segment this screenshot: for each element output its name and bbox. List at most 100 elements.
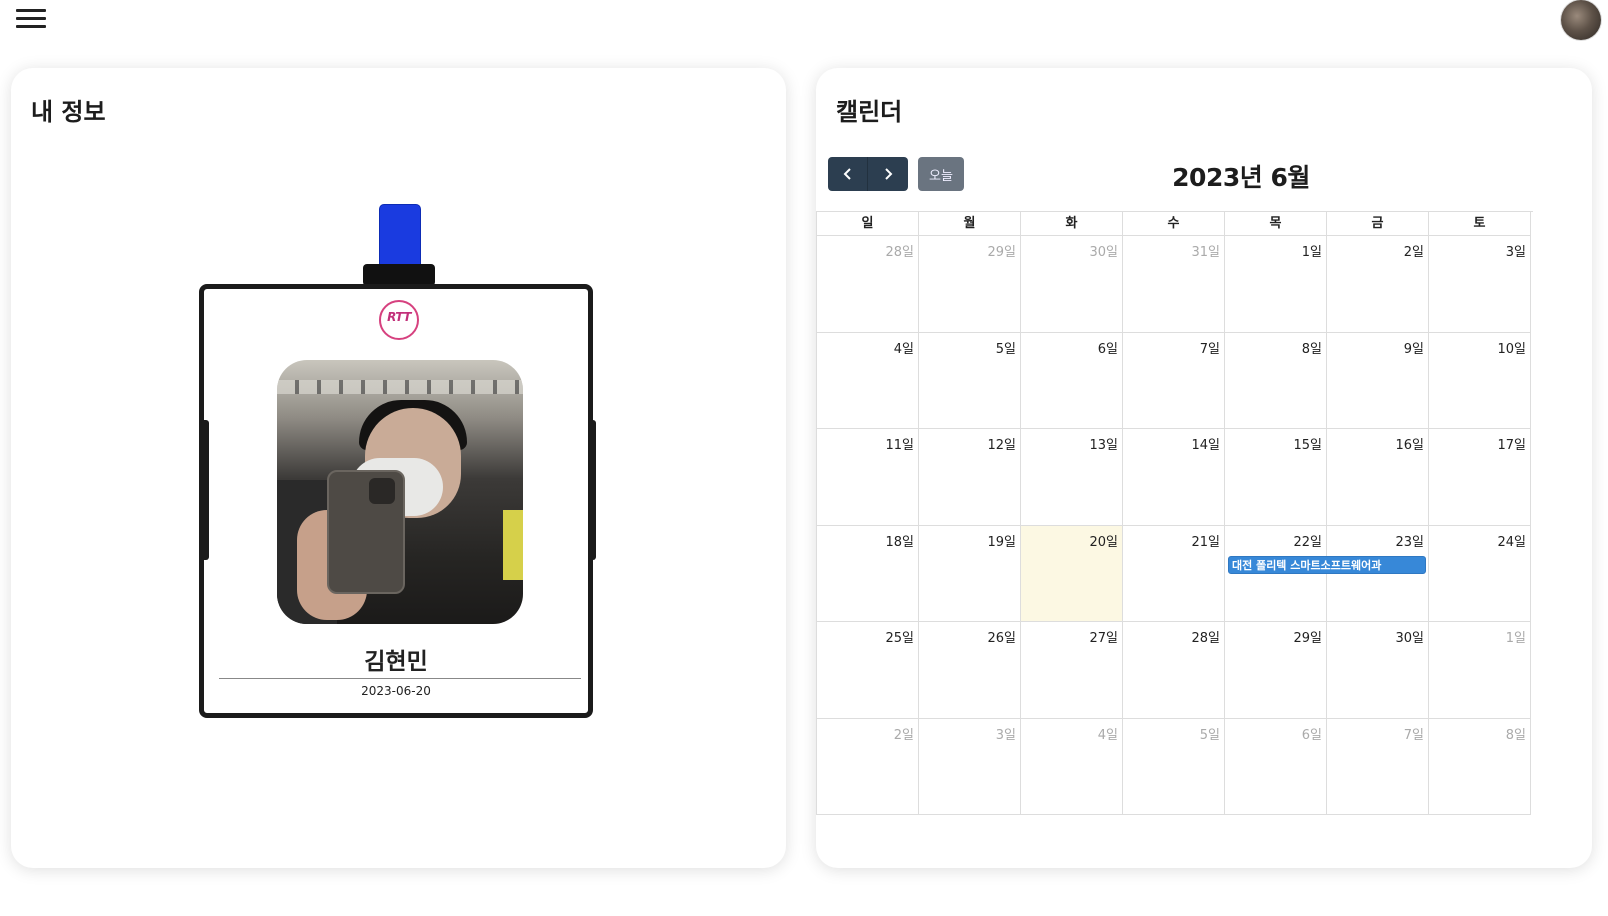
day-number: 3일 [995, 727, 1016, 743]
day-number: 12일 [987, 438, 1016, 453]
calendar-day[interactable]: 3일 [919, 718, 1021, 815]
day-number: 2일 [893, 727, 914, 743]
day-number: 28일 [1191, 631, 1220, 646]
day-number: 4일 [1097, 727, 1118, 743]
calendar-day[interactable]: 12일 [919, 429, 1021, 526]
day-number: 28일 [885, 245, 914, 260]
calendar-day[interactable]: 4일 [817, 332, 919, 429]
day-number: 31일 [1191, 245, 1220, 260]
day-number: 6일 [1097, 341, 1118, 357]
calendar-day[interactable]: 18일 [817, 525, 919, 622]
day-number: 25일 [885, 631, 914, 646]
calendar-event[interactable]: 대전 폴리텍 스마트소프트웨어과 [1228, 555, 1426, 574]
weekday-header: 일월화수목금토 [817, 212, 1533, 236]
calendar-day[interactable]: 6일 [1021, 332, 1123, 429]
weekday-1: 월 [919, 212, 1021, 236]
calendar-day[interactable]: 15일 [1225, 429, 1327, 526]
day-number: 7일 [1403, 727, 1424, 743]
day-number: 15일 [1293, 438, 1322, 453]
top-bar [0, 0, 1608, 48]
calendar-card: 캘린더 오늘 2023년 6월 일월화수목금토 28일 29일 30일 31일 1일 2일… [816, 68, 1592, 868]
calendar-day[interactable]: 2일 [1327, 236, 1429, 333]
calendar-day[interactable]: 6일 [1225, 718, 1327, 815]
day-number: 29일 [987, 245, 1016, 260]
calendar-day[interactable]: 17일 [1429, 429, 1531, 526]
calendar-day[interactable]: 8일 [1225, 332, 1327, 429]
calendar-day[interactable]: 10일 [1429, 332, 1531, 429]
calendar-day[interactable]: 7일 [1327, 718, 1429, 815]
calendar-day[interactable]: 2일 [817, 718, 919, 815]
calendar-day[interactable]: 30일 [1021, 236, 1123, 333]
calendar-day[interactable]: 5일 [1123, 718, 1225, 815]
calendar-day[interactable]: 1일 [1429, 622, 1531, 719]
profile-card: 내 정보 RTT 김현민 2023-06-20 [11, 68, 786, 868]
calendar-week: 4일 5일 6일 7일 8일 9일 10일 [817, 332, 1533, 429]
calendar-day[interactable]: 28일 [817, 236, 919, 333]
calendar-day[interactable]: 9일 [1327, 332, 1429, 429]
today-button[interactable]: 오늘 [918, 157, 964, 191]
company-logo: RTT [379, 300, 419, 340]
calendar-nav [828, 157, 908, 191]
profile-title: 내 정보 [31, 98, 106, 126]
day-number: 4일 [893, 341, 914, 357]
calendar-day[interactable]: 27일 [1021, 622, 1123, 719]
day-number: 26일 [987, 631, 1016, 646]
day-number: 6일 [1301, 727, 1322, 743]
calendar-day[interactable]: 24일 [1429, 525, 1531, 622]
calendar-day[interactable]: 1일 [1225, 236, 1327, 333]
calendar-title: 캘린더 [836, 98, 903, 126]
day-number: 8일 [1505, 727, 1526, 743]
calendar-day[interactable]: 8일 [1429, 718, 1531, 815]
day-number: 19일 [987, 534, 1016, 550]
next-month-button[interactable] [868, 157, 908, 191]
weekday-4: 목 [1225, 212, 1327, 236]
calendar-day[interactable]: 31일 [1123, 236, 1225, 333]
calendar-day[interactable]: 28일 [1123, 622, 1225, 719]
month-title: 2023년 6월 [1172, 163, 1310, 192]
day-number: 24일 [1497, 534, 1526, 550]
calendar-day[interactable]: 22일 [1225, 525, 1327, 622]
day-number: 16일 [1395, 438, 1424, 453]
calendar-day[interactable]: 11일 [817, 429, 919, 526]
calendar-day[interactable]: 16일 [1327, 429, 1429, 526]
badge-tab-left [201, 420, 209, 560]
day-number: 18일 [885, 534, 914, 550]
calendar-day[interactable]: 14일 [1123, 429, 1225, 526]
day-number: 22일 [1293, 534, 1322, 550]
calendar-day[interactable]: 29일 [919, 236, 1021, 333]
calendar-day[interactable]: 3일 [1429, 236, 1531, 333]
user-avatar[interactable] [1561, 0, 1601, 40]
day-number: 21일 [1191, 534, 1220, 550]
weekday-2: 화 [1021, 212, 1123, 236]
chevron-right-icon [885, 168, 893, 180]
calendar-day[interactable]: 29일 [1225, 622, 1327, 719]
day-number: 1일 [1505, 631, 1526, 646]
day-number: 9일 [1403, 341, 1424, 357]
calendar-day[interactable]: 25일 [817, 622, 919, 719]
day-number: 5일 [995, 341, 1016, 357]
calendar-day[interactable]: 30일 [1327, 622, 1429, 719]
calendar-day[interactable]: 26일 [919, 622, 1021, 719]
day-number: 5일 [1199, 727, 1220, 743]
weekday-3: 수 [1123, 212, 1225, 236]
badge-date: 2023-06-20 [361, 684, 431, 698]
calendar-day-today[interactable]: 20일 [1021, 525, 1123, 622]
calendar-week: 2일 3일 4일 5일 6일 7일 8일 [817, 718, 1533, 815]
calendar-day[interactable]: 13일 [1021, 429, 1123, 526]
calendar-day[interactable]: 7일 [1123, 332, 1225, 429]
calendar-day[interactable]: 4일 [1021, 718, 1123, 815]
hamburger-menu-icon[interactable] [16, 9, 46, 31]
badge-clip [363, 264, 435, 286]
badge-divider [219, 678, 581, 679]
chevron-left-icon [843, 168, 851, 180]
day-number: 2일 [1403, 245, 1424, 260]
prev-month-button[interactable] [828, 157, 868, 191]
weekday-0: 일 [817, 212, 919, 236]
day-number: 7일 [1199, 341, 1220, 357]
calendar-day[interactable]: 19일 [919, 525, 1021, 622]
calendar-day[interactable]: 5일 [919, 332, 1021, 429]
calendar-day[interactable]: 21일 [1123, 525, 1225, 622]
calendar-day[interactable]: 23일 [1327, 525, 1429, 622]
weekday-6: 토 [1429, 212, 1531, 236]
day-number: 29일 [1293, 631, 1322, 646]
